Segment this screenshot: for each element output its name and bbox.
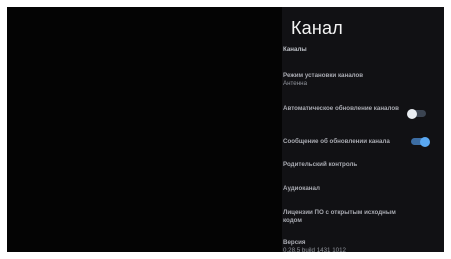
toggle-knob — [407, 108, 417, 119]
menu-item-open-source-licenses[interactable]: Лицензии ПО с открытым исходным кодом — [283, 209, 408, 225]
menu-item-channels[interactable]: Каналы — [283, 46, 418, 54]
menu-item-label: Сообщение об обновлении канала — [283, 138, 390, 145]
version-value: 0.28.5 build 1431 1012 — [283, 247, 346, 254]
menu-item-install-mode[interactable]: Режим установки каналов Антенна — [283, 72, 418, 88]
content-area — [7, 7, 282, 252]
auto-update-toggle[interactable] — [407, 108, 426, 119]
menu-item-label: Режим установки каналов — [283, 72, 364, 79]
menu-item-update-message[interactable]: Сообщение об обновлении канала — [283, 138, 405, 146]
menu-item-label: Версия — [283, 239, 306, 246]
menu-item-value: Антенна — [283, 80, 308, 87]
menu-item-auto-update[interactable]: Автоматическое обновление каналов — [283, 105, 401, 113]
menu-item-label: Родительский контроль — [283, 161, 358, 168]
panel-title: Канал — [291, 18, 343, 38]
menu-item-label: Аудиоканал — [283, 185, 320, 192]
menu-item-label: Автоматическое обновление каналов — [283, 105, 399, 112]
update-message-toggle[interactable] — [411, 136, 430, 147]
menu-item-label: Лицензии ПО с открытым исходным кодом — [283, 209, 396, 224]
menu-item-audio-channel[interactable]: Аудиоканал — [283, 185, 418, 193]
menu-item-label: Каналы — [283, 46, 307, 53]
menu-item-parental-control[interactable]: Родительский контроль — [283, 161, 418, 169]
menu-item-version[interactable]: Версия 0.28.5 build 1431 1012 — [283, 239, 418, 255]
toggle-knob — [420, 136, 430, 147]
